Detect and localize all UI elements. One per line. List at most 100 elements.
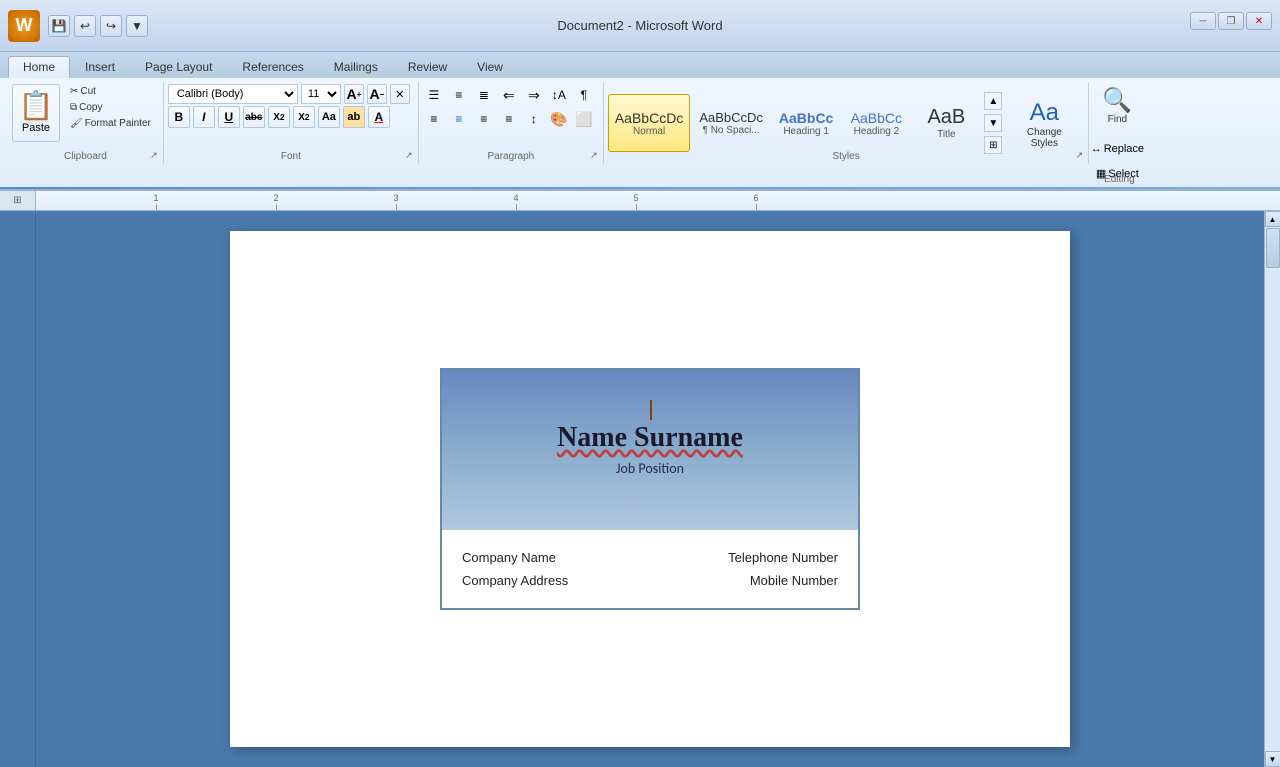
ribbon-content: 📋 Paste ✂ Cut ⧉ Copy 🖌 Format Painter xyxy=(0,78,1280,187)
justify-button[interactable]: ≡ xyxy=(498,108,520,130)
font-label: Font xyxy=(281,151,301,162)
card-position[interactable]: Job Position xyxy=(616,460,684,477)
cut-icon: ✂ xyxy=(70,86,78,97)
editing-group-inner: 🔍 Find ↔ Replace ▦ Select xyxy=(1093,84,1141,185)
scroll-down-button[interactable]: ▼ xyxy=(1265,751,1280,767)
styles-expand-button[interactable]: ↗ xyxy=(1072,148,1086,162)
border-button[interactable]: ⬜ xyxy=(573,108,595,130)
ribbon: Home Insert Page Layout References Maili… xyxy=(0,52,1280,191)
underline-button[interactable]: U xyxy=(218,106,240,128)
clear-formatting-button[interactable]: ✕ xyxy=(390,84,410,104)
format-painter-button[interactable]: 🖌 Format Painter xyxy=(66,116,155,131)
tab-insert[interactable]: Insert xyxy=(70,56,130,78)
tab-references[interactable]: References xyxy=(227,56,318,78)
undo-button[interactable]: ↩ xyxy=(74,15,96,37)
tab-home[interactable]: Home xyxy=(8,56,70,78)
close-button[interactable]: ✕ xyxy=(1246,12,1272,30)
style-no-spacing-label: ¶ No Spaci... xyxy=(703,125,760,136)
font-grow-button[interactable]: A+ xyxy=(344,84,364,104)
find-label: Find xyxy=(1108,114,1127,125)
sort-button[interactable]: ↕A xyxy=(548,84,570,106)
style-normal[interactable]: AaBbCcDc Normal xyxy=(608,94,690,152)
style-no-spacing-preview: AaBbCcDc xyxy=(699,110,763,125)
document-page: Name Surname Job Position Company Name C… xyxy=(230,231,1070,747)
style-heading2[interactable]: AaBbCc Heading 2 xyxy=(842,94,910,152)
paste-button[interactable]: 📋 Paste xyxy=(12,84,60,142)
scroll-thumb[interactable] xyxy=(1266,228,1280,268)
decrease-indent-button[interactable]: ⇐ xyxy=(498,84,520,106)
align-left-button[interactable]: ≡ xyxy=(423,108,445,130)
style-title[interactable]: AaB Title xyxy=(912,94,980,152)
style-no-spacing[interactable]: AaBbCcDc ¶ No Spaci... xyxy=(692,94,770,152)
font-name-row: Calibri (Body) 11 A+ A− ✕ xyxy=(168,84,410,104)
save-button[interactable]: 💾 xyxy=(48,15,70,37)
cut-button[interactable]: ✂ Cut xyxy=(66,84,155,99)
highlight-button[interactable]: ab xyxy=(343,106,365,128)
font-color-button[interactable]: A xyxy=(368,106,390,128)
font-expand-button[interactable]: ↗ xyxy=(402,148,416,162)
copy-button[interactable]: ⧉ Copy xyxy=(66,100,155,115)
font-shrink-button[interactable]: A− xyxy=(367,84,387,104)
vertical-scrollbar: ▲ ▼ xyxy=(1264,211,1280,767)
replace-button[interactable]: ↔ Replace xyxy=(1093,138,1141,160)
editing-label: Editing xyxy=(1104,174,1135,185)
increase-indent-button[interactable]: ⇒ xyxy=(523,84,545,106)
numbering-button[interactable]: ≡ xyxy=(448,84,470,106)
font-size-selector[interactable]: 11 xyxy=(301,84,341,104)
replace-icon: ↔ xyxy=(1091,143,1102,155)
minimize-button[interactable]: ─ xyxy=(1190,12,1216,30)
business-card: Name Surname Job Position Company Name C… xyxy=(440,368,860,611)
styles-group: AaBbCcDc Normal AaBbCcDc ¶ No Spaci... A… xyxy=(604,82,1090,164)
text-cursor xyxy=(650,400,652,420)
shading-button[interactable]: 🎨 xyxy=(548,108,570,130)
change-styles-button[interactable]: Aa ChangeStyles xyxy=(1008,94,1080,152)
redo-button[interactable]: ↪ xyxy=(100,15,122,37)
cut-label: Cut xyxy=(80,86,96,97)
bullets-button[interactable]: ☰ xyxy=(423,84,445,106)
font-group: Calibri (Body) 11 A+ A− ✕ B I U abc X2 X… xyxy=(164,82,419,164)
strikethrough-button[interactable]: abc xyxy=(243,106,265,128)
paragraph-expand-button[interactable]: ↗ xyxy=(587,148,601,162)
subscript-button[interactable]: X2 xyxy=(268,106,290,128)
bold-button[interactable]: B xyxy=(168,106,190,128)
customize-quick-access-button[interactable]: ▼ xyxy=(126,15,148,37)
styles-more-button[interactable]: ⊞ xyxy=(984,136,1002,154)
styles-label: Styles xyxy=(832,151,859,162)
quick-access-toolbar: 💾 ↩ ↪ ▼ xyxy=(48,15,148,37)
tab-page-layout[interactable]: Page Layout xyxy=(130,56,227,78)
style-heading1[interactable]: AaBbCc Heading 1 xyxy=(772,94,840,152)
ruler-corner[interactable]: ⊞ xyxy=(0,191,36,210)
ruler-mark-2: 2 xyxy=(273,193,278,203)
ribbon-accent-bar xyxy=(0,187,1280,189)
superscript-button[interactable]: X2 xyxy=(293,106,315,128)
tab-mailings[interactable]: Mailings xyxy=(319,56,393,78)
align-center-button[interactable]: ≡ xyxy=(448,108,470,130)
styles-scroll-down[interactable]: ▼ xyxy=(984,114,1002,132)
paragraph-label: Paragraph xyxy=(487,151,534,162)
card-company-info: Company Name Company Address xyxy=(462,546,568,593)
card-name[interactable]: Name Surname xyxy=(557,422,743,454)
document-area[interactable]: Name Surname Job Position Company Name C… xyxy=(36,211,1264,767)
card-company-address: Company Address xyxy=(462,569,568,592)
ruler-tick-3 xyxy=(396,204,397,210)
replace-label: Replace xyxy=(1104,143,1144,155)
find-button[interactable]: 🔍 Find xyxy=(1093,84,1141,136)
line-spacing-button[interactable]: ↕ xyxy=(523,108,545,130)
tab-view[interactable]: View xyxy=(462,56,518,78)
styles-scroll-up[interactable]: ▲ xyxy=(984,92,1002,110)
app-icon: W xyxy=(8,10,40,42)
show-hide-button[interactable]: ¶ xyxy=(573,84,595,106)
card-contact-info: Telephone Number Mobile Number xyxy=(728,546,838,593)
card-top: Name Surname Job Position xyxy=(442,370,858,530)
font-family-selector[interactable]: Calibri (Body) xyxy=(168,84,298,104)
style-title-preview: AaB xyxy=(927,106,965,129)
clipboard-expand-button[interactable]: ↗ xyxy=(147,148,161,162)
italic-button[interactable]: I xyxy=(193,106,215,128)
tab-review[interactable]: Review xyxy=(393,56,462,78)
align-right-button[interactable]: ≡ xyxy=(473,108,495,130)
scroll-up-button[interactable]: ▲ xyxy=(1265,211,1280,227)
multilevel-list-button[interactable]: ≣ xyxy=(473,84,495,106)
change-case-button[interactable]: Aa xyxy=(318,106,340,128)
card-telephone: Telephone Number xyxy=(728,546,838,569)
restore-button[interactable]: ❐ xyxy=(1218,12,1244,30)
